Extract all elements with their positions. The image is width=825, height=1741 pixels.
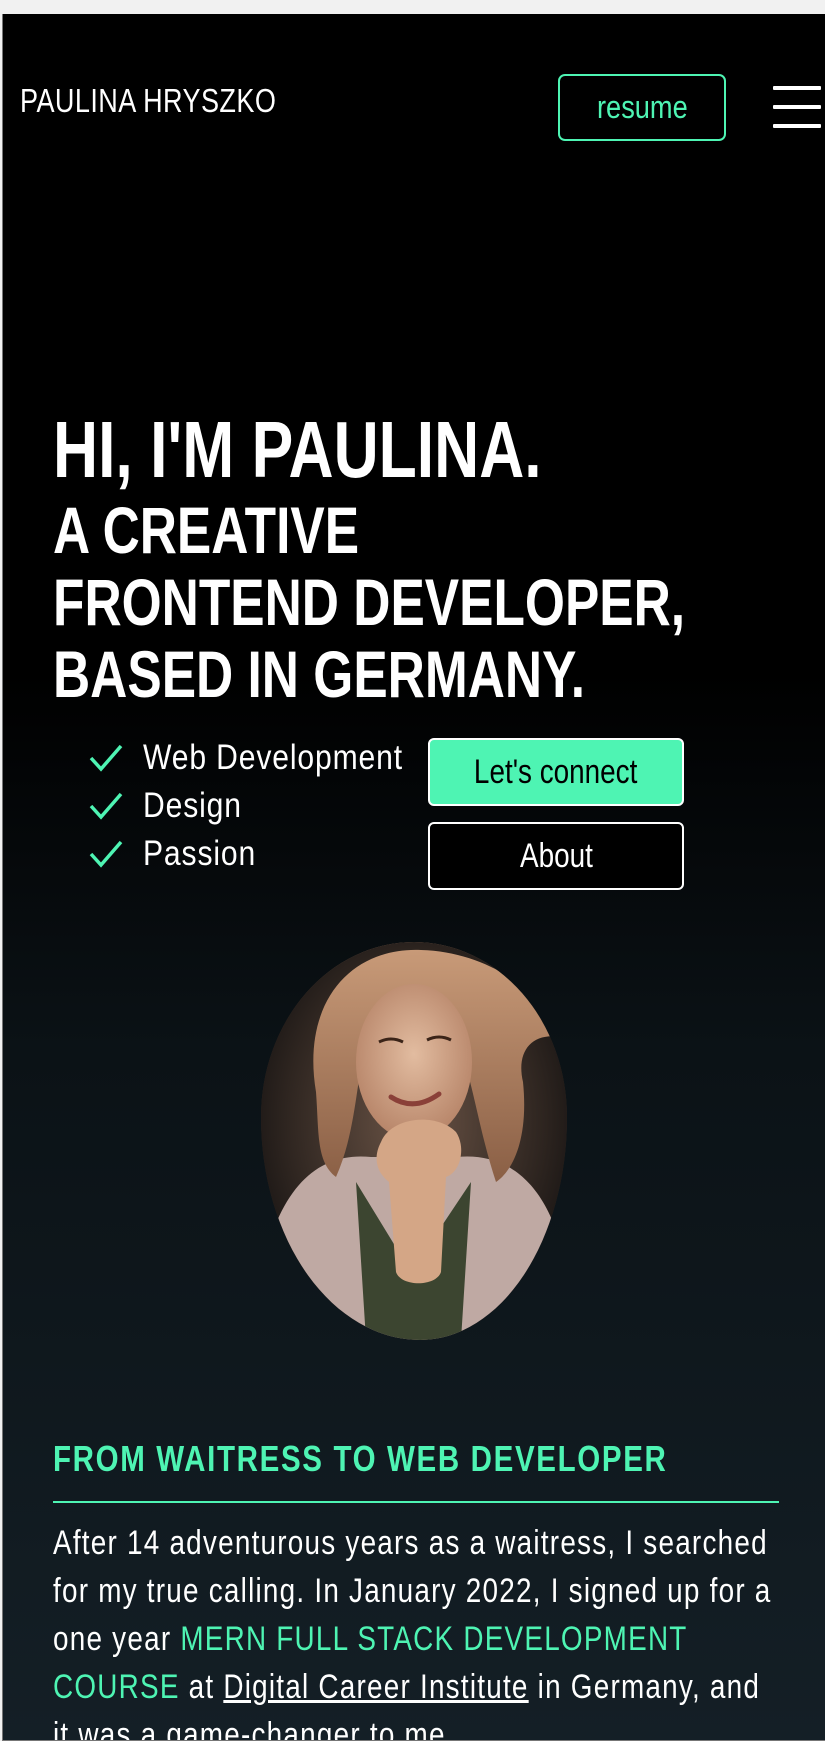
- hamburger-menu-icon[interactable]: [773, 86, 821, 128]
- skill-label: Design: [143, 786, 242, 825]
- skill-item: Passion: [89, 830, 445, 878]
- checkmark-icon: [89, 840, 123, 868]
- skill-item: Web Development: [89, 734, 445, 782]
- resume-button-label: resume: [596, 89, 688, 125]
- skill-label: Web Development: [143, 738, 403, 777]
- skill-label: Passion: [143, 834, 257, 873]
- checkmark-icon: [89, 792, 123, 820]
- resume-button[interactable]: resume: [558, 74, 726, 141]
- page-frame: PAULINA HRYSZKO resume HI, I'M PAULINA. …: [2, 14, 825, 1741]
- site-brand[interactable]: PAULINA HRYSZKO: [20, 82, 276, 120]
- lets-connect-label: Let's connect: [474, 752, 638, 791]
- about-section-title: FROM WAITRESS TO WEB DEVELOPER: [53, 1438, 668, 1479]
- bio-text-2: at: [179, 1668, 224, 1706]
- lets-connect-button[interactable]: Let's connect: [428, 738, 684, 806]
- hero-greeting: HI, I'M PAULINA.: [53, 405, 542, 494]
- hero-line-4: BASED IN GERMANY.: [53, 637, 586, 711]
- about-label: About: [519, 836, 593, 875]
- profile-photo: [261, 942, 567, 1340]
- hero-line-3: FRONTEND DEVELOPER,: [53, 565, 686, 639]
- profile-photo-image: [261, 942, 567, 1340]
- section-divider: [53, 1501, 779, 1503]
- checkmark-icon: [89, 744, 123, 772]
- about-button[interactable]: About: [428, 822, 684, 890]
- institute-link[interactable]: Digital Career Institute: [223, 1668, 528, 1706]
- skill-item: Design: [89, 782, 445, 830]
- hero-heading: HI, I'M PAULINA. A CREATIVE FRONTEND DEV…: [53, 405, 686, 711]
- skills-list: Web Development Design Passion: [89, 734, 445, 878]
- hero-line-2: A CREATIVE: [53, 493, 360, 567]
- about-paragraph: After 14 adventurous years as a waitress…: [53, 1519, 775, 1740]
